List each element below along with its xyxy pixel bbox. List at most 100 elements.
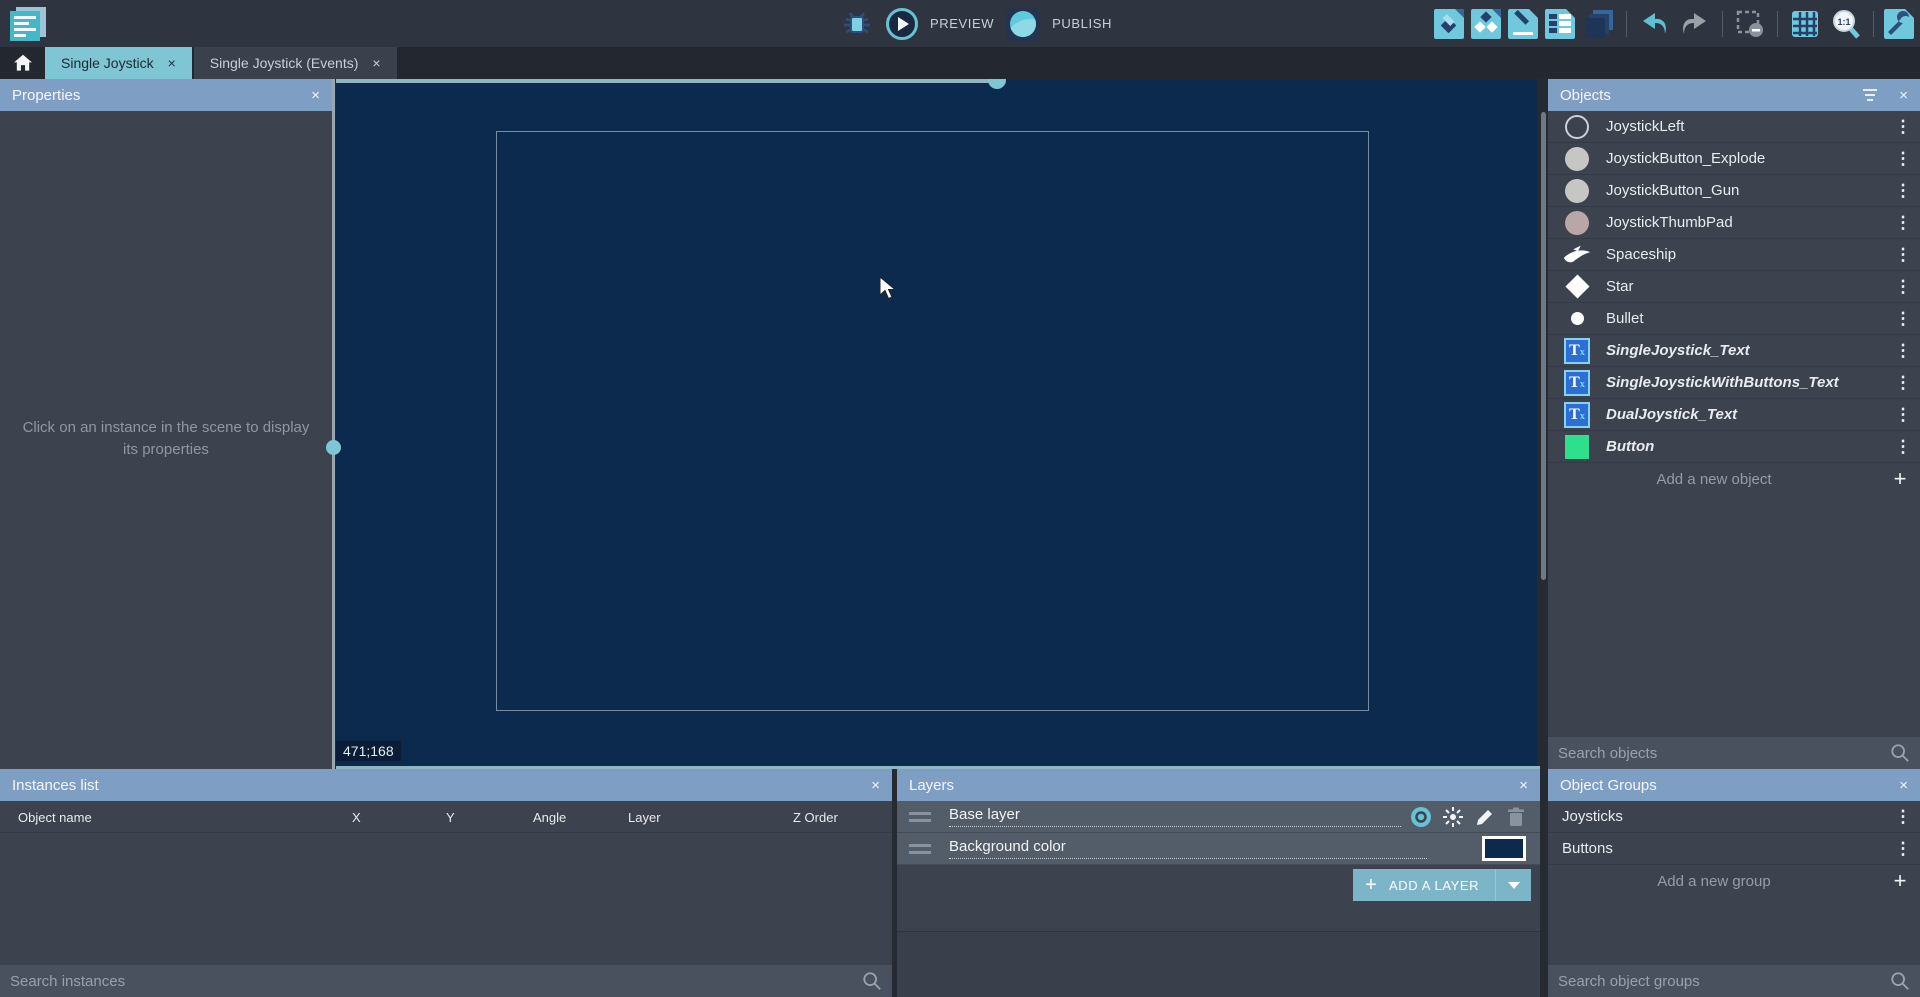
home-tab[interactable] (0, 47, 45, 79)
object-row[interactable]: Tx SingleJoystickWithButtons_Text ⋮ (1548, 367, 1920, 399)
add-layer-dropdown[interactable] (1495, 869, 1531, 901)
object-row[interactable]: Tx DualJoystick_Text ⋮ (1548, 399, 1920, 431)
add-layer-button[interactable]: + ADD A LAYER (1353, 869, 1531, 901)
mask-icon[interactable] (1733, 7, 1767, 41)
search-instances-input[interactable] (10, 973, 862, 990)
column-z-order[interactable]: Z Order (793, 810, 838, 825)
column-x[interactable]: X (352, 810, 361, 825)
column-object-name[interactable]: Object name (18, 810, 92, 825)
delete-trash-icon[interactable] (1506, 806, 1526, 828)
debugger-icon[interactable] (840, 7, 874, 41)
preview-icon[interactable] (886, 8, 918, 40)
edit-pencil-icon[interactable] (1474, 806, 1496, 828)
instances-panel: Instances list × Object name X Y Angle L… (0, 769, 892, 997)
top-splitter[interactable] (336, 79, 997, 83)
plus-icon[interactable]: + (1880, 868, 1920, 894)
group-name: Buttons (1562, 840, 1886, 857)
gray-circle-icon (1565, 147, 1589, 171)
background-color-swatch[interactable] (1482, 836, 1526, 861)
kebab-menu-icon[interactable]: ⋮ (1886, 277, 1920, 297)
background-color-label[interactable]: Background color (949, 838, 1427, 859)
tab-close-icon[interactable]: × (372, 55, 380, 71)
effects-icon[interactable] (1442, 806, 1464, 828)
zoom-1to1-icon[interactable]: 1:1 (1829, 7, 1863, 41)
object-groups-editor-icon[interactable] (1471, 9, 1501, 39)
left-splitter[interactable] (332, 79, 335, 769)
kebab-menu-icon[interactable]: ⋮ (1886, 341, 1920, 361)
close-icon[interactable]: × (311, 87, 320, 104)
close-icon[interactable]: × (1519, 777, 1528, 794)
object-row[interactable]: JoystickButton_Gun ⋮ (1548, 175, 1920, 207)
settings-wrench-icon[interactable] (1884, 9, 1914, 39)
properties-empty-message: Click on an instance in the scene to dis… (17, 417, 316, 461)
object-row[interactable]: Tx SingleJoystick_Text ⋮ (1548, 335, 1920, 367)
group-row[interactable]: Joysticks ⋮ (1548, 801, 1920, 833)
panel-title: Objects (1560, 87, 1611, 104)
kebab-menu-icon[interactable]: ⋮ (1886, 149, 1920, 169)
add-object-row[interactable]: Add a new object + (1548, 463, 1920, 495)
visibility-eye-icon[interactable] (1410, 806, 1432, 828)
object-row[interactable]: Button ⋮ (1548, 431, 1920, 463)
layer-row-background[interactable]: Background color (897, 833, 1540, 865)
svg-text:1:1: 1:1 (1837, 17, 1850, 27)
object-row[interactable]: JoystickLeft ⋮ (1548, 111, 1920, 143)
top-splitter-handle[interactable] (988, 79, 1006, 89)
kebab-menu-icon[interactable]: ⋮ (1886, 405, 1920, 425)
instances-list-icon[interactable] (1545, 9, 1575, 39)
add-group-row[interactable]: Add a new group + (1548, 865, 1920, 897)
layer-name-field[interactable]: Base layer (949, 806, 1401, 827)
column-layer[interactable]: Layer (628, 810, 661, 825)
publish-icon[interactable] (1006, 7, 1040, 41)
object-row[interactable]: Bullet ⋮ (1548, 303, 1920, 335)
kebab-menu-icon[interactable]: ⋮ (1886, 213, 1920, 233)
column-angle[interactable]: Angle (533, 810, 566, 825)
object-row[interactable]: JoystickButton_Explode ⋮ (1548, 143, 1920, 175)
object-groups-header: Object Groups × (1548, 769, 1920, 801)
filter-icon[interactable] (1863, 89, 1877, 101)
grid-icon[interactable] (1788, 7, 1822, 41)
plus-icon[interactable]: + (1880, 466, 1920, 492)
kebab-menu-icon[interactable]: ⋮ (1886, 309, 1920, 329)
kebab-menu-icon[interactable]: ⋮ (1886, 373, 1920, 393)
redo-icon[interactable] (1678, 7, 1712, 41)
kebab-menu-icon[interactable]: ⋮ (1886, 437, 1920, 457)
objects-editor-icon[interactable] (1434, 9, 1464, 39)
close-icon[interactable]: × (1899, 87, 1908, 104)
drag-handle-icon[interactable] (909, 844, 931, 854)
properties-panel-icon[interactable] (1508, 9, 1538, 39)
tab-close-icon[interactable]: × (168, 55, 176, 71)
layer-row-base[interactable]: Base layer (897, 801, 1540, 833)
object-row[interactable]: Spaceship ⋮ (1548, 239, 1920, 271)
object-name: JoystickButton_Explode (1606, 150, 1886, 167)
search-objects-input[interactable] (1558, 745, 1890, 762)
close-icon[interactable]: × (1899, 777, 1908, 794)
close-icon[interactable]: × (871, 777, 880, 794)
objects-scrollbar[interactable] (1541, 112, 1546, 580)
group-row[interactable]: Buttons ⋮ (1548, 833, 1920, 865)
drag-handle-icon[interactable] (909, 812, 931, 822)
search-groups-input[interactable] (1558, 973, 1890, 990)
scene-editor-canvas[interactable]: 471;168 (336, 79, 1537, 769)
column-y[interactable]: Y (446, 810, 455, 825)
app-logo-icon[interactable] (8, 5, 46, 43)
tab-single-joystick-events[interactable]: Single Joystick (Events) × (194, 47, 397, 79)
kebab-menu-icon[interactable]: ⋮ (1886, 839, 1920, 859)
publish-button[interactable]: PUBLISH (1052, 16, 1112, 31)
small-circle-icon (1571, 312, 1584, 325)
gray-circle-icon (1565, 179, 1589, 203)
left-splitter-handle[interactable] (326, 440, 341, 455)
kebab-menu-icon[interactable]: ⋮ (1886, 181, 1920, 201)
kebab-menu-icon[interactable]: ⋮ (1886, 807, 1920, 827)
kebab-menu-icon[interactable]: ⋮ (1886, 117, 1920, 137)
object-row[interactable]: JoystickThumbPad ⋮ (1548, 207, 1920, 239)
object-row[interactable]: Star ⋮ (1548, 271, 1920, 303)
tab-single-joystick[interactable]: Single Joystick × (45, 47, 192, 79)
panel-title: Instances list (12, 777, 99, 794)
layers-editor-icon[interactable] (1582, 7, 1616, 41)
preview-button[interactable]: PREVIEW (930, 16, 994, 31)
diamond-icon (1565, 274, 1589, 298)
layers-panel-lower-area (897, 931, 1540, 997)
undo-icon[interactable] (1637, 7, 1671, 41)
add-group-label: Add a new group (1548, 873, 1880, 890)
kebab-menu-icon[interactable]: ⋮ (1886, 245, 1920, 265)
